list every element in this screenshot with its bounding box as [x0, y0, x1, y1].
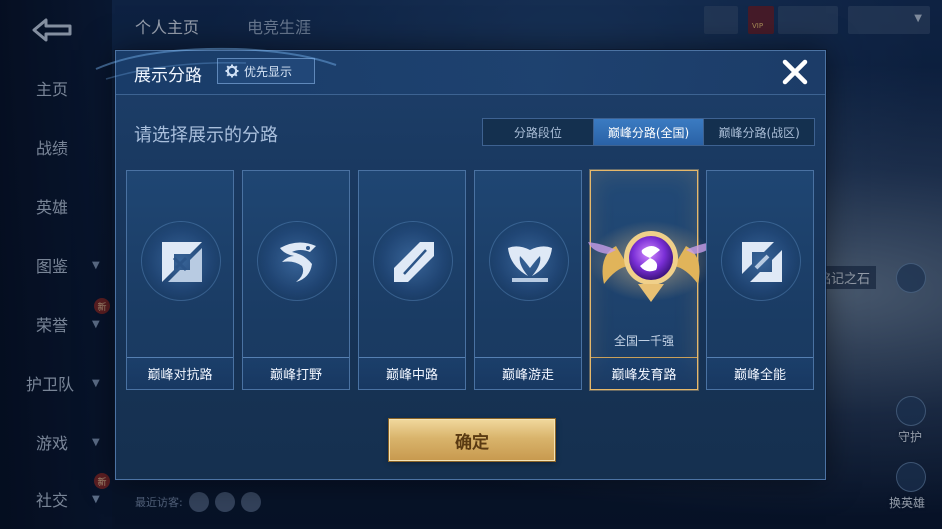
all-round-icon	[721, 221, 801, 301]
rank-text: 全国一千强	[613, 334, 674, 348]
confirm-button[interactable]: 确定	[389, 419, 555, 461]
lane-card-label: 巅峰游走	[475, 357, 581, 389]
mid-lane-icon	[373, 221, 453, 301]
lane-card-label: 巅峰中路	[359, 357, 465, 389]
tab-peak-lane-national[interactable]: 巅峰分路(全国)	[593, 119, 705, 145]
clash-lane-icon	[141, 221, 221, 301]
lane-card-mid[interactable]: 巅峰中路	[358, 170, 466, 390]
modal-title: 展示分路	[134, 66, 202, 86]
modal-subtitle: 请选择展示的分路	[134, 125, 278, 146]
lane-card-jungle[interactable]: 巅峰打野	[242, 170, 350, 390]
lane-card-label: 巅峰对抗路	[127, 357, 233, 389]
farm-lane-badge-icon	[588, 221, 714, 302]
lane-card-clash[interactable]: 巅峰对抗路	[126, 170, 234, 390]
lane-card-label: 巅峰全能	[707, 357, 813, 389]
close-icon[interactable]	[780, 57, 810, 87]
priority-display-button[interactable]: 优先显示	[217, 58, 315, 84]
modal-header: 展示分路 优先显示	[116, 51, 825, 95]
lane-mode-tabs: 分路段位 巅峰分路(全国) 巅峰分路(战区)	[482, 118, 815, 146]
lane-card-all-round[interactable]: 巅峰全能	[706, 170, 814, 390]
lane-card-roam[interactable]: 巅峰游走	[474, 170, 582, 390]
lane-card-label: 巅峰发育路	[591, 357, 697, 389]
lane-display-modal: 展示分路 优先显示 请选择展示的分路 分路段位 巅峰分路(全国) 巅峰分路(战区…	[95, 47, 826, 480]
priority-display-label: 优先显示	[244, 64, 293, 79]
tab-peak-lane-region[interactable]: 巅峰分路(战区)	[704, 119, 814, 145]
roam-wings-icon	[489, 221, 569, 301]
lane-card-label: 巅峰打野	[243, 357, 349, 389]
gear-icon	[225, 64, 239, 78]
jungle-dragon-icon	[257, 221, 337, 301]
tab-lane-rank[interactable]: 分路段位	[483, 119, 594, 145]
